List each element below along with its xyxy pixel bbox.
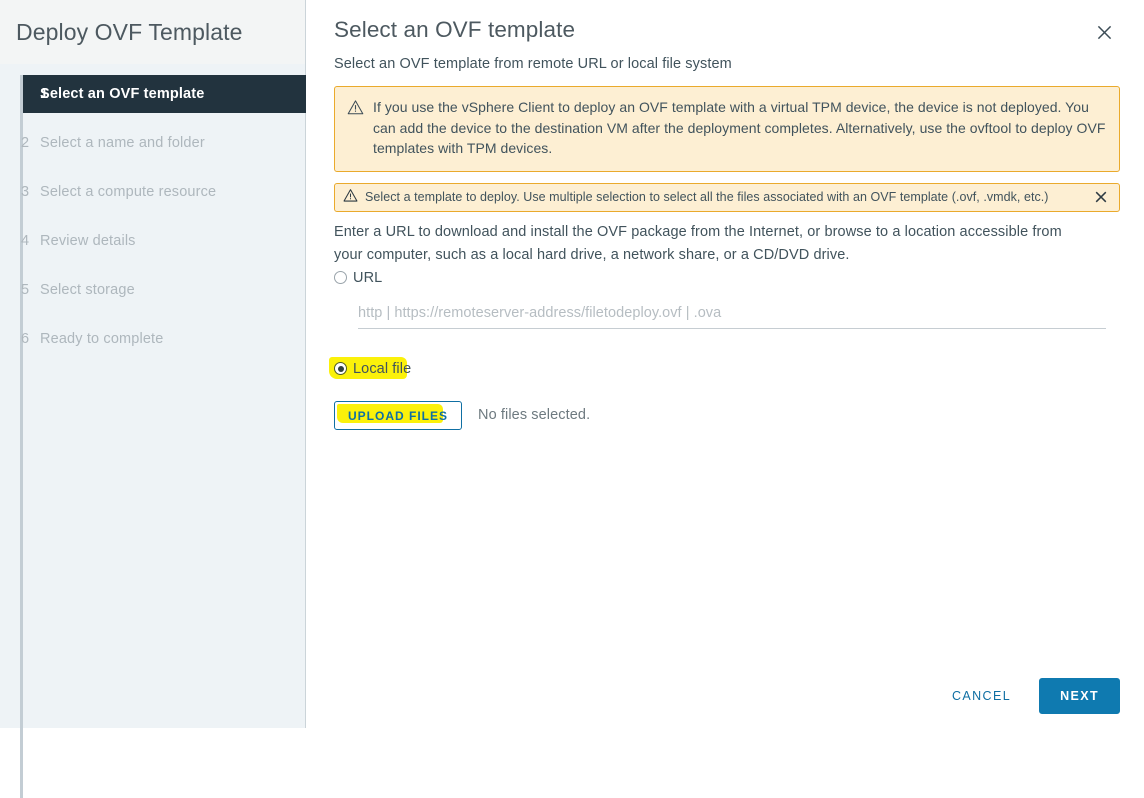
warning-triangle-icon bbox=[347, 97, 364, 159]
warning-triangle-icon bbox=[343, 187, 358, 208]
upload-status-text: No files selected. bbox=[478, 407, 591, 423]
step-number: 4 bbox=[21, 233, 30, 249]
deploy-ovf-wizard: Deploy OVF Template 1 Select an OVF temp… bbox=[0, 0, 1144, 798]
wizard-main-panel: Select an OVF template Select an OVF tem… bbox=[306, 0, 1144, 728]
instructions-text: Enter a URL to download and install the … bbox=[334, 223, 1062, 263]
wizard-sidebar: Deploy OVF Template 1 Select an OVF temp… bbox=[0, 0, 306, 798]
sidebar-step-1[interactable]: 1 Select an OVF template bbox=[23, 75, 306, 113]
step-label: Ready to complete bbox=[40, 331, 164, 347]
select-template-banner: Select a template to deploy. Use multipl… bbox=[334, 182, 1120, 212]
sidebar-title-bar: Deploy OVF Template bbox=[0, 0, 305, 64]
tpm-warning-banner: If you use the vSphere Client to deploy … bbox=[334, 86, 1120, 172]
select-template-banner-text: Select a template to deploy. Use multipl… bbox=[365, 190, 1049, 204]
wizard-title: Deploy OVF Template bbox=[16, 18, 243, 45]
sidebar-step-6[interactable]: 6 Ready to complete bbox=[0, 320, 305, 358]
step-label: Select storage bbox=[40, 282, 135, 298]
radio-local-file-indicator[interactable] bbox=[334, 362, 347, 375]
upload-button-wrap: UPLOAD FILES bbox=[334, 400, 463, 430]
step-number: 2 bbox=[21, 135, 30, 151]
page-subtitle: Select an OVF template from remote URL o… bbox=[334, 56, 732, 72]
main-header: Select an OVF template bbox=[334, 0, 1120, 46]
radio-url-indicator[interactable] bbox=[334, 271, 347, 284]
upload-row: UPLOAD FILES No files selected. bbox=[334, 400, 1120, 430]
page-title: Select an OVF template bbox=[334, 17, 576, 42]
cancel-button[interactable]: CANCEL bbox=[936, 679, 1027, 713]
sidebar-step-5[interactable]: 5 Select storage bbox=[0, 271, 305, 309]
url-input-field[interactable]: http | https://remoteserver-address/file… bbox=[358, 304, 1106, 329]
radio-option-local-file[interactable]: Local file bbox=[329, 356, 412, 379]
radio-url-label: URL bbox=[353, 269, 383, 286]
step-label: Select a name and folder bbox=[40, 135, 205, 151]
step-number: 3 bbox=[21, 184, 30, 200]
next-button[interactable]: NEXT bbox=[1039, 678, 1120, 714]
step-label: Select an OVF template bbox=[40, 86, 205, 102]
step-label: Review details bbox=[40, 233, 136, 249]
close-icon[interactable] bbox=[1091, 19, 1117, 45]
wizard-steps: 1 Select an OVF template 2 Select a name… bbox=[0, 64, 306, 798]
close-icon[interactable] bbox=[1091, 187, 1111, 207]
step-number: 6 bbox=[21, 331, 30, 347]
step-label: Select a compute resource bbox=[40, 184, 217, 200]
step-number: 5 bbox=[21, 282, 30, 298]
sidebar-step-4[interactable]: 4 Review details bbox=[0, 222, 305, 260]
step-number: 1 bbox=[40, 86, 49, 102]
radio-option-url[interactable]: URL bbox=[334, 270, 382, 286]
tpm-warning-text: If you use the vSphere Client to deploy … bbox=[373, 99, 1106, 156]
sidebar-step-3[interactable]: 3 Select a compute resource bbox=[0, 173, 305, 211]
url-input-placeholder: http | https://remoteserver-address/file… bbox=[358, 304, 722, 321]
radio-local-file-label: Local file bbox=[353, 360, 412, 377]
wizard-footer: CANCEL NEXT bbox=[936, 678, 1120, 714]
sidebar-step-2[interactable]: 2 Select a name and folder bbox=[0, 124, 305, 162]
upload-files-button[interactable]: UPLOAD FILES bbox=[334, 400, 463, 430]
